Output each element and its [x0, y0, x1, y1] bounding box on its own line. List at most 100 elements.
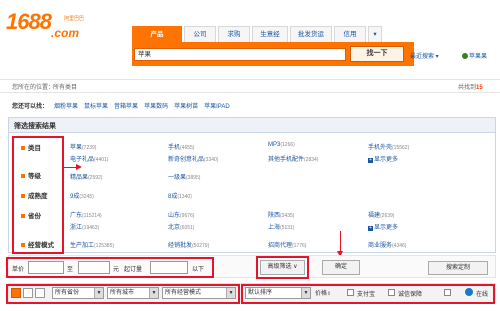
filter-category-label: 省份	[21, 210, 41, 220]
filter-category-name: 类目	[28, 145, 41, 152]
filter-option[interactable]: 电子礼品(4401)	[70, 154, 108, 163]
business-mode-select[interactable]: 所有经营模式 ▼	[162, 287, 236, 299]
filter-option[interactable]: 9成(3245)	[70, 191, 94, 200]
city-select[interactable]: 所有城市 ▼	[107, 287, 159, 299]
filter-option[interactable]: 福建(2639)	[368, 210, 394, 219]
filter-option[interactable]: 经销批发(50279)	[168, 240, 209, 249]
filter-option-count: (115214)	[82, 213, 102, 219]
tab-companies[interactable]: 公司	[184, 26, 216, 42]
filter-option[interactable]: 其他手机配件(2834)	[268, 154, 318, 163]
filter-category-name: 经营模式	[28, 242, 54, 249]
filter-category-label: 经营模式	[21, 239, 54, 249]
sort-arrows-icon: ⇕	[327, 291, 332, 297]
related-search-link[interactable]: 苹果数码	[144, 101, 168, 110]
tagged-search-link[interactable]: 苹果果	[462, 51, 487, 60]
filter-option-name: 北京	[168, 225, 181, 231]
price-sort-button[interactable]: 价格⇕	[315, 288, 331, 297]
tab-wholesale-freight[interactable]: 批发货运	[290, 26, 332, 42]
filter-option[interactable]: MP3(1266)	[268, 142, 295, 148]
tab-more-dropdown[interactable]: ▾	[368, 26, 382, 42]
filter-option-count: (3895)	[186, 175, 201, 181]
filter-category-name: 等级	[28, 173, 41, 180]
filter-option-count: (6051)	[180, 225, 195, 231]
filter-option-name: 招商代理	[268, 243, 293, 249]
recent-search-link[interactable]: 最近搜索 ▾	[410, 51, 439, 60]
filter-option-count: (3340)	[204, 157, 219, 163]
filter-option-name: 经销批发	[168, 243, 193, 249]
filter-title: 筛选搜索结果	[14, 123, 56, 130]
show-more-link[interactable]: + 显示更多	[368, 154, 398, 163]
filter-option[interactable]: 生产加工(125385)	[70, 240, 114, 249]
filter-option[interactable]: 一级果(3895)	[168, 172, 200, 181]
guarantee-checkbox[interactable]	[388, 289, 395, 296]
search-button[interactable]: 找一下	[350, 46, 404, 62]
tab-products[interactable]: 产品	[132, 26, 182, 42]
filter-category-name: 成熟度	[28, 193, 48, 200]
price-max-input[interactable]	[78, 261, 110, 274]
related-search-link[interactable]: 苹果IPAD	[204, 101, 230, 110]
filter-option[interactable]: 8成(1340)	[168, 191, 192, 200]
result-count-label: 共找到	[458, 85, 477, 91]
filter-option-count: (5131)	[280, 225, 295, 231]
breadcrumb-label: 您所在的位置：	[12, 85, 55, 91]
search-type-tabs: 产品 公司 求购 生意经 批发货运 信用 ▾	[132, 26, 384, 42]
sort-select[interactable]: 默认排序 ▼	[245, 287, 311, 299]
filter-option-count: (50279)	[192, 243, 210, 249]
detail-view-icon[interactable]	[23, 288, 33, 298]
filter-category-label: 成熟度	[21, 190, 48, 200]
filter-option[interactable]: 陕西(3435)	[268, 210, 294, 219]
related-search-link[interactable]: 烟粉苹果	[54, 101, 78, 110]
related-search-link[interactable]: 音箱苹果	[114, 101, 138, 110]
related-search-link[interactable]: 鼠标苹果	[84, 101, 108, 110]
filter-option[interactable]: 手机外壳(15562)	[368, 142, 409, 151]
alipay-checkbox[interactable]	[347, 289, 354, 296]
online-label: 在线	[476, 292, 489, 298]
show-more-link[interactable]: + 显示更多	[368, 222, 398, 231]
filter-option[interactable]: 北京(6051)	[168, 222, 194, 231]
search-input[interactable]: 苹果	[134, 48, 346, 61]
filter-option-name: 新奇创意礼品	[168, 157, 205, 163]
filter-option[interactable]: 山东(9676)	[168, 210, 194, 219]
moq-label: 起订量	[124, 267, 143, 273]
filter-option[interactable]: 广东(115214)	[70, 210, 102, 219]
breadcrumb: 所有类目	[53, 85, 78, 91]
confirm-button[interactable]: 确定	[322, 260, 360, 275]
filter-option[interactable]: 苹果(7239)	[70, 142, 96, 151]
show-more-label: 显示更多	[374, 225, 399, 231]
province-select-value: 所有省份	[55, 290, 80, 296]
filter-option[interactable]: 浙江(19463)	[70, 222, 99, 231]
tab-credit[interactable]: 信用	[334, 26, 366, 42]
filter-option[interactable]: 上海(5131)	[268, 222, 294, 231]
grid-view-icon[interactable]	[35, 288, 45, 298]
filter-option-count: (1266)	[280, 142, 295, 148]
filter-option[interactable]: 精品果(2592)	[70, 172, 102, 181]
list-view-icon[interactable]	[11, 288, 21, 298]
filter-option-name: 手机外壳	[368, 145, 393, 151]
filter-option-count: (4655)	[180, 145, 195, 151]
filter-option-count: (7239)	[82, 145, 97, 151]
filter-option[interactable]: 手机(4655)	[168, 142, 194, 151]
tab-business-talk[interactable]: 生意经	[252, 26, 288, 42]
related-search-link[interactable]: 苹果树苗	[174, 101, 198, 110]
online-checkbox[interactable]	[444, 289, 451, 296]
moq-input[interactable]	[150, 261, 188, 274]
tab-buying[interactable]: 求购	[218, 26, 250, 42]
site-logo[interactable]: 1688 .com 阿里巴巴	[6, 9, 92, 40]
filter-option-name: 精品果	[70, 175, 89, 181]
search-custom-button[interactable]: 搜索定制	[428, 261, 488, 275]
price-unit-label: 元	[113, 267, 120, 273]
filter-option[interactable]: 商业服务(4346)	[368, 240, 406, 249]
province-select[interactable]: 所有省份 ▼	[52, 287, 104, 299]
filter-option-count: (1340)	[177, 194, 192, 200]
filter-option-name: 浙江	[70, 225, 83, 231]
filter-header	[8, 117, 496, 133]
advanced-filter-button[interactable]: 高级筛选 ∨	[260, 260, 305, 275]
leaf-icon	[462, 53, 468, 60]
tagged-search-text: 苹果果	[469, 54, 488, 60]
filter-option[interactable]: 招商代理(1776)	[268, 240, 306, 249]
filter-category-name: 省份	[28, 213, 41, 220]
filter-option[interactable]: 新奇创意礼品(3340)	[168, 154, 218, 163]
filter-option-count: (4346)	[392, 243, 407, 249]
sort-select-value: 默认排序	[248, 290, 273, 296]
price-min-input[interactable]	[28, 261, 64, 274]
